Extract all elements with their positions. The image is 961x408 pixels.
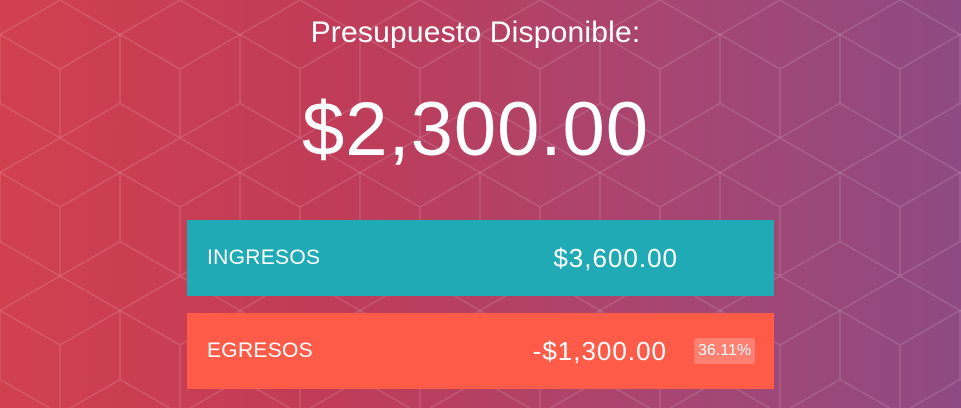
income-amount: $3,600.00 [553, 243, 678, 273]
expense-label: EGRESOS [207, 339, 313, 362]
expense-summary-row: EGRESOS -$1,300.00 36.11% [187, 313, 774, 389]
budget-title: Presupuesto Disponible: [310, 16, 641, 49]
budget-total-value: $2,300.00 [301, 87, 650, 172]
income-label: INGRESOS [207, 246, 321, 269]
expense-percentage-badge: 36.11% [694, 338, 756, 364]
income-summary-row: INGRESOS $3,600.00 [187, 220, 774, 296]
expense-amount: -$1,300.00 [532, 336, 667, 366]
